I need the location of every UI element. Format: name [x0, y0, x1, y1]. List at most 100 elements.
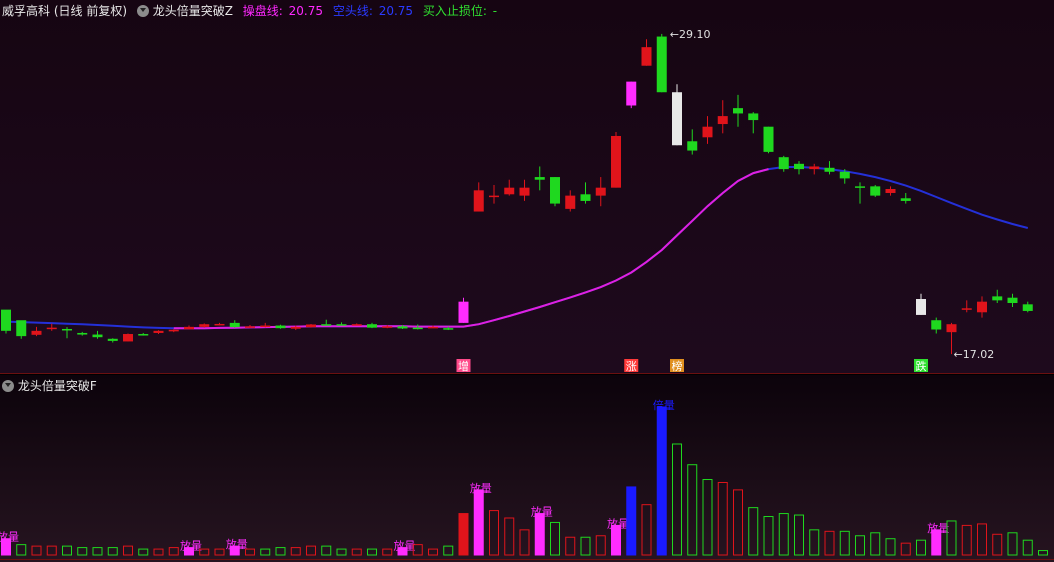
candle-body — [992, 296, 1003, 301]
volume-bar — [306, 545, 316, 556]
volume-bar — [504, 517, 515, 556]
candlestick-chart[interactable]: ←29.10 ←17.02 增 涨 榜 跌 — [0, 0, 1054, 373]
volume-bar — [656, 406, 667, 556]
volume-bar — [626, 486, 637, 556]
candle-body — [504, 187, 515, 195]
candle-body — [123, 334, 133, 342]
candle-body — [611, 135, 621, 188]
volume-bar — [107, 547, 118, 556]
volume-bar — [321, 545, 332, 556]
volume-bar — [290, 547, 301, 556]
volume-bar — [534, 513, 545, 556]
volume-bar — [458, 513, 469, 556]
volume-label: 放量 — [394, 539, 416, 553]
candle-body — [16, 320, 27, 337]
volume-label: 放量 — [180, 539, 202, 553]
candle-body — [641, 47, 652, 66]
volume-bar — [977, 523, 987, 556]
candle-body — [214, 323, 225, 326]
volume-bar — [153, 548, 164, 556]
volume-bar — [336, 548, 347, 556]
volume-bar — [748, 507, 759, 556]
candle-body — [138, 334, 149, 336]
main-chart-panel[interactable]: 威孚高科 (日线 前复权) 龙头倍量突破Z 操盘线: 20.75 空头线: 20… — [0, 0, 1054, 373]
volume-bar — [717, 481, 728, 556]
volume-bar — [1038, 550, 1048, 556]
candle-body — [1007, 297, 1018, 303]
candle-body — [275, 325, 286, 329]
candle-body — [946, 324, 957, 333]
volume-bar — [168, 547, 179, 556]
signal-label: 榜 — [672, 359, 683, 373]
candle-body — [733, 108, 743, 114]
volume-bar — [961, 524, 972, 556]
bottom-divider — [0, 559, 1054, 560]
volume-bar — [550, 521, 560, 556]
volume-bar — [870, 532, 881, 556]
volume-bar — [794, 514, 804, 556]
volume-bar — [260, 548, 271, 556]
candle-body — [229, 322, 240, 328]
signal-label: 涨 — [626, 360, 637, 373]
candle-body — [168, 329, 179, 332]
volume-label: 放量 — [927, 521, 949, 535]
candle-body — [107, 338, 118, 341]
volume-bar — [992, 533, 1003, 556]
candle-body — [763, 126, 774, 152]
candle-body — [870, 186, 881, 196]
candle-body — [916, 299, 926, 315]
candle-body — [809, 166, 820, 170]
volume-bar — [672, 443, 682, 556]
candle-body — [199, 324, 210, 327]
candle-body — [382, 326, 393, 328]
candle-body — [77, 332, 88, 335]
candle-body — [46, 327, 57, 330]
volume-bar — [62, 545, 72, 556]
volume-bar — [92, 547, 103, 556]
volume-label: 放量 — [226, 537, 248, 551]
candle-body — [153, 330, 164, 333]
volume-label: 放量 — [0, 530, 19, 544]
volume-bar — [138, 548, 149, 556]
volume-bar — [519, 529, 530, 556]
volume-bar — [702, 479, 713, 556]
candle-body — [367, 324, 377, 328]
candle-body — [443, 328, 454, 330]
candle-body — [565, 195, 576, 209]
candle-body — [885, 189, 896, 193]
candle-body — [31, 330, 42, 335]
candle-body — [672, 92, 682, 146]
candle-body — [595, 187, 606, 196]
candle-body — [1022, 304, 1033, 311]
volume-bar — [214, 548, 225, 556]
candle-body — [839, 171, 850, 179]
volume-bar — [763, 516, 774, 556]
volume-bar — [839, 530, 850, 556]
candle-body — [580, 194, 591, 201]
candle-body — [412, 327, 423, 330]
volume-label: 倍量 — [653, 398, 675, 412]
volume-panel[interactable]: 龙头倍量突破F 放量 放量 放量 放量 放量 放量 放量 倍量 放量 — [0, 375, 1054, 562]
candle-body — [428, 326, 438, 329]
volume-bar — [77, 547, 88, 556]
volume-bar — [595, 535, 606, 556]
volume-bar — [428, 548, 438, 556]
high-price-label: ←29.10 — [670, 28, 711, 41]
candle-body — [794, 163, 804, 170]
signal-label: 跌 — [916, 359, 927, 373]
candle-body — [306, 324, 316, 328]
candle-body — [290, 326, 301, 329]
candle-body — [1, 309, 11, 331]
volume-bar — [778, 513, 789, 556]
candle-body — [931, 320, 942, 330]
volume-bar — [1022, 539, 1033, 556]
volume-label: 放量 — [531, 505, 553, 519]
candle-body — [977, 301, 987, 313]
volume-bar — [382, 548, 393, 556]
volume-bar — [885, 538, 896, 556]
candle-body — [626, 81, 637, 106]
volume-bar — [16, 544, 27, 556]
candle-body — [824, 167, 835, 172]
candle-body — [961, 308, 972, 310]
candle-body — [245, 326, 255, 328]
